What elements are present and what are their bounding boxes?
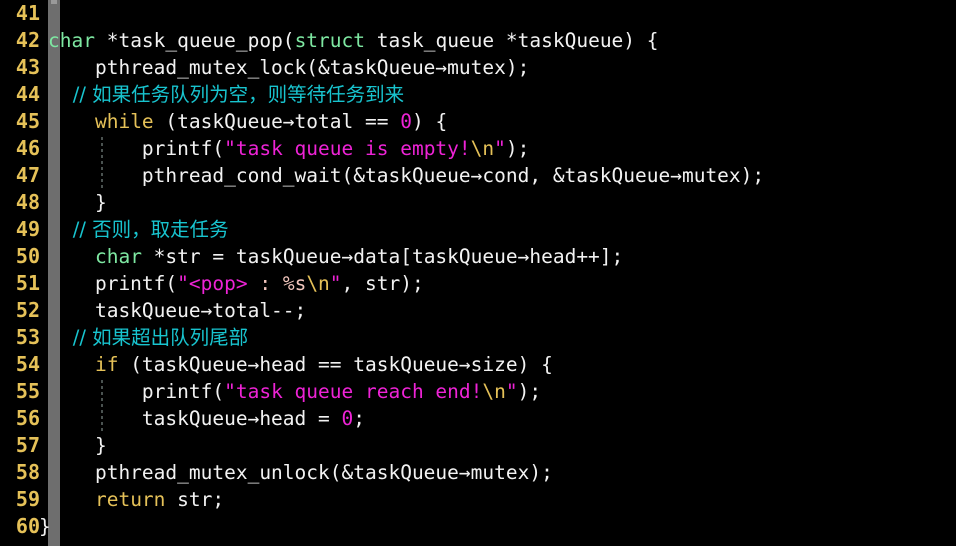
token-string: " [505,380,518,403]
token-format-specifier: %s [282,272,307,295]
token-plain: , str); [341,272,424,295]
token-plain: pthread_mutex_unlock(&taskQueue→mutex); [48,461,553,484]
token-plain: pthread_cond_wait(&taskQueue→cond, &task… [48,164,765,187]
token-comment: // 否则，取走任务 [48,218,229,241]
line-number: 43 [15,55,40,79]
code-line[interactable] [48,0,956,27]
token-control-keyword: if [94,353,119,376]
token-number: 0 [341,407,354,430]
token-string: "task queue reach end! [224,380,483,403]
token-plain: printf( [48,380,225,403]
token-plain: ); [505,137,530,160]
code-line[interactable]: // 如果超出队列尾部 [48,324,956,351]
line-number: 52 [15,298,40,322]
token-plain: task_queue *taskQueue) { [365,29,659,52]
token-escape: \n [306,272,330,295]
token-string: " [494,137,506,160]
code-line[interactable]: pthread_mutex_lock(&taskQueue→mutex); [48,54,956,81]
line-number: 45 [15,109,40,133]
token-control-keyword: return [94,488,166,511]
token-type-keyword: struct [294,29,366,52]
code-line[interactable]: // 否则，取走任务 [48,216,956,243]
line-number: 59 [15,487,40,511]
line-number: 57 [15,433,40,457]
token-string-separator: : [247,272,283,295]
token-plain: taskQueue→total--; [48,299,307,322]
token-control-keyword: while [94,110,154,133]
line-number: 56 [15,406,40,430]
token-plain: taskQueue→head = [48,407,342,430]
line-number: 49 [15,217,40,241]
token-plain: } [48,434,107,457]
code-line[interactable]: // 如果任务队列为空，则等待任务到来 [48,81,956,108]
token-comment: // 如果超出队列尾部 [48,326,249,349]
token-type-keyword: char [48,29,95,52]
line-number: 48 [15,190,40,214]
token-escape: \n [482,380,506,403]
code-line[interactable]: printf("task queue reach end!\n"); [48,378,956,405]
code-line[interactable]: printf("<pop> : %s\n", str); [48,270,956,297]
token-string: " [329,272,342,295]
token-number: 0 [400,110,412,133]
token-plain: (taskQueue→total == [153,110,401,133]
token-plain: *task_queue_pop( [94,29,295,52]
line-number: 58 [15,460,40,484]
line-number: 42 [15,28,40,52]
line-number: 54 [15,352,40,376]
line-number: 44 [15,82,40,106]
code-line[interactable]: pthread_cond_wait(&taskQueue→cond, &task… [48,162,956,189]
token-comment: // 如果任务队列为空，则等待任务到来 [48,83,405,106]
token-plain: (taskQueue→head == taskQueue→size) { [118,353,553,376]
line-number: 60 [15,514,40,538]
code-line[interactable]: } [39,513,947,540]
code-line[interactable]: taskQueue→total--; [48,297,956,324]
token-plain: ; [353,407,365,430]
code-line[interactable]: } [48,432,956,459]
code-line[interactable]: printf("task queue is empty!\n"); [48,135,956,162]
token-string: "<pop> [177,272,248,295]
line-number: 46 [15,136,40,160]
code-line[interactable]: } [48,189,956,216]
code-content-area[interactable]: char *task_queue_pop(struct task_queue *… [39,0,956,546]
line-number: 41 [15,1,40,25]
code-line[interactable]: taskQueue→head = 0; [48,405,956,432]
code-line[interactable]: return str; [48,486,956,513]
token-plain: } [39,515,51,538]
code-line[interactable]: pthread_mutex_unlock(&taskQueue→mutex); [48,459,956,486]
line-number-gutter: 41 42 43 44 45 46 47 48 49 50 51 52 53 5… [0,0,48,546]
token-plain: *str = taskQueue→data[taskQueue→head++]; [141,245,624,268]
token-plain: printf( [48,272,178,295]
token-plain: printf( [48,137,225,160]
line-number: 55 [15,379,40,403]
token-plain: ) { [411,110,448,133]
token-type-keyword: char [94,245,142,268]
token-plain: } [48,191,107,214]
line-number: 53 [15,325,40,349]
code-line[interactable]: while (taskQueue→total == 0) { [48,108,956,135]
token-string: "task queue is empty! [224,137,471,160]
token-plain: str; [165,488,225,511]
line-number: 47 [15,163,40,187]
line-number: 51 [15,271,40,295]
code-line[interactable]: if (taskQueue→head == taskQueue→size) { [48,351,956,378]
code-line[interactable]: char *task_queue_pop(struct task_queue *… [48,27,956,54]
token-escape: \n [470,137,495,160]
line-number: 50 [15,244,40,268]
code-editor: 41 42 43 44 45 46 47 48 49 50 51 52 53 5… [0,0,956,546]
token-plain: pthread_mutex_lock(&taskQueue→mutex); [48,56,530,79]
code-line[interactable]: char *str = taskQueue→data[taskQueue→hea… [48,243,956,270]
token-plain: ); [517,380,542,403]
